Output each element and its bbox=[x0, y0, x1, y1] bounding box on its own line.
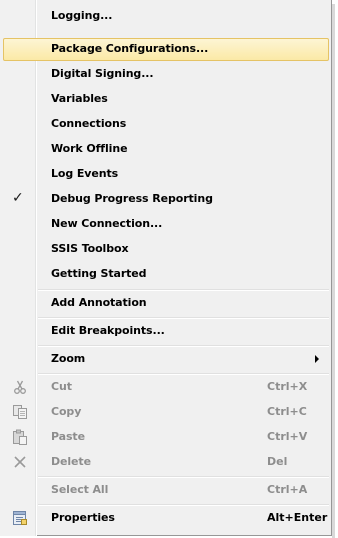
menu-item-cut[interactable]: Cut Ctrl+X bbox=[3, 376, 329, 399]
menu-item-label: Work Offline bbox=[51, 142, 128, 155]
menu-item-connections[interactable]: Connections bbox=[3, 113, 329, 136]
menu-item-label: Properties bbox=[51, 511, 115, 524]
menu-separator bbox=[38, 476, 329, 478]
menu-item-shortcut: Ctrl+A bbox=[267, 483, 308, 496]
menu-separator bbox=[38, 289, 329, 291]
menu-separator bbox=[38, 345, 329, 347]
menu-item-log-events[interactable]: Log Events bbox=[3, 163, 329, 186]
menu-item-label: Debug Progress Reporting bbox=[51, 192, 213, 205]
menu-item-logging[interactable]: Logging... bbox=[3, 5, 329, 28]
menu-item-work-offline[interactable]: Work Offline bbox=[3, 138, 329, 161]
menu-item-label: Delete bbox=[51, 455, 91, 468]
menu-item-label: New Connection... bbox=[51, 217, 163, 230]
menu-item-label: Edit Breakpoints... bbox=[51, 324, 165, 337]
menu-item-select-all[interactable]: Select All Ctrl+A bbox=[3, 479, 329, 502]
menu-separator bbox=[38, 504, 329, 506]
checkmark-icon: ✓ bbox=[12, 190, 24, 206]
menu-item-package-configurations[interactable]: Package Configurations... bbox=[3, 38, 329, 61]
menu-item-shortcut: Ctrl+V bbox=[267, 430, 308, 443]
context-menu: Logging... Package Configurations... Dig… bbox=[0, 0, 335, 538]
menu-item-label: Select All bbox=[51, 483, 109, 496]
menu-item-label: Log Events bbox=[51, 167, 119, 180]
copy-icon bbox=[12, 404, 28, 420]
menu-item-add-annotation[interactable]: Add Annotation bbox=[3, 292, 329, 315]
menu-item-getting-started[interactable]: Getting Started bbox=[3, 263, 329, 286]
menu-item-variables[interactable]: Variables bbox=[3, 88, 329, 111]
menu-separator bbox=[38, 373, 329, 375]
menu-item-label: Variables bbox=[51, 92, 108, 105]
menu-item-label: Zoom bbox=[51, 352, 86, 365]
paste-icon bbox=[12, 429, 28, 445]
menu-item-label: Cut bbox=[51, 380, 72, 393]
menu-item-digital-signing[interactable]: Digital Signing... bbox=[3, 63, 329, 86]
menu-separator bbox=[38, 317, 329, 319]
menu-item-label: Getting Started bbox=[51, 267, 147, 280]
menu-item-shortcut: Ctrl+X bbox=[267, 380, 308, 393]
menu-item-label: SSIS Toolbox bbox=[51, 242, 129, 255]
menu-item-debug-progress-reporting[interactable]: ✓ Debug Progress Reporting bbox=[3, 188, 329, 211]
submenu-arrow-icon bbox=[315, 355, 319, 363]
menu-item-label: Copy bbox=[51, 405, 82, 418]
menu-item-label: Paste bbox=[51, 430, 85, 443]
menu-item-new-connection[interactable]: New Connection... bbox=[3, 213, 329, 236]
menu-item-shortcut: Del bbox=[267, 455, 288, 468]
menu-item-properties[interactable]: Properties Alt+Enter bbox=[3, 507, 329, 530]
menu-item-shortcut: Alt+Enter bbox=[267, 511, 328, 524]
properties-icon bbox=[12, 510, 28, 526]
delete-icon bbox=[12, 454, 28, 470]
menu-item-shortcut: Ctrl+C bbox=[267, 405, 307, 418]
menu-item-copy[interactable]: Copy Ctrl+C bbox=[3, 401, 329, 424]
menu-item-zoom[interactable]: Zoom bbox=[3, 348, 329, 371]
menu-item-label: Digital Signing... bbox=[51, 67, 154, 80]
menu-item-label: Connections bbox=[51, 117, 127, 130]
menu-item-edit-breakpoints[interactable]: Edit Breakpoints... bbox=[3, 320, 329, 343]
menu-item-label: Package Configurations... bbox=[51, 42, 209, 55]
menu-item-ssis-toolbox[interactable]: SSIS Toolbox bbox=[3, 238, 329, 261]
menu-item-paste[interactable]: Paste Ctrl+V bbox=[3, 426, 329, 449]
menu-item-label: Add Annotation bbox=[51, 296, 147, 309]
scissors-icon bbox=[12, 379, 28, 395]
menu-item-delete[interactable]: Delete Del bbox=[3, 451, 329, 474]
menu-item-label: Logging... bbox=[51, 9, 113, 22]
